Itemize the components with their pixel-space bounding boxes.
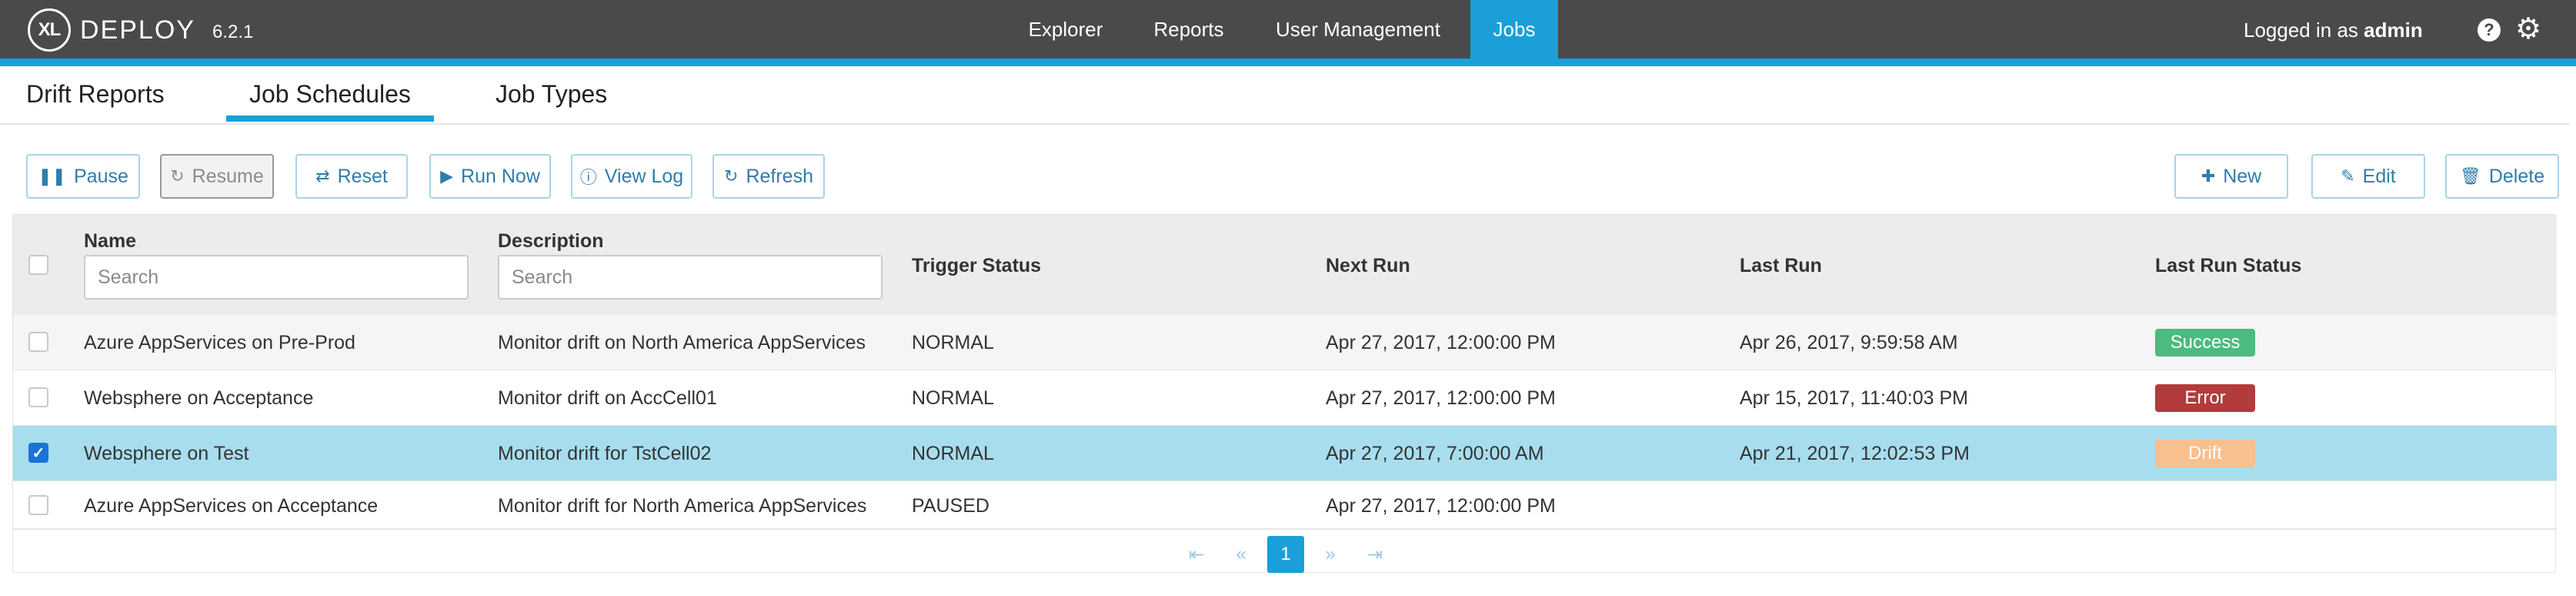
cell-name: Websphere on Acceptance bbox=[84, 387, 314, 409]
cell-trigger-status: NORMAL bbox=[912, 332, 994, 353]
row-checkbox[interactable] bbox=[28, 495, 48, 515]
table-row[interactable]: Azure AppServices on Acceptance Monitor … bbox=[13, 481, 2557, 529]
prev-page-icon[interactable]: « bbox=[1223, 536, 1260, 573]
top-navbar: XL DEPLOY 6.2.1 Explorer Reports User Ma… bbox=[0, 0, 2576, 59]
tab-job-types[interactable]: Job Types bbox=[496, 80, 607, 109]
logged-in-status: Logged in as admin bbox=[2244, 18, 2423, 42]
description-search-input[interactable] bbox=[498, 255, 883, 300]
status-badge: Error bbox=[2155, 384, 2255, 412]
resume-button[interactable]: ↻ Resume bbox=[160, 154, 274, 199]
cell-last-run: Apr 26, 2017, 9:59:58 AM bbox=[1740, 332, 1958, 353]
logged-in-username: admin bbox=[2364, 18, 2423, 42]
cell-next-run: Apr 27, 2017, 7:00:00 AM bbox=[1326, 443, 1544, 464]
delete-button[interactable]: 🗑 Delete bbox=[2445, 154, 2559, 199]
cell-description: Monitor drift on AccCell01 bbox=[498, 387, 717, 409]
row-checkbox-checked[interactable]: ✓ bbox=[28, 443, 48, 463]
header-last-run[interactable]: Last Run bbox=[1740, 255, 1822, 277]
pause-label: Pause bbox=[73, 165, 128, 187]
active-tab-indicator bbox=[226, 116, 434, 122]
status-badge: Drift bbox=[2155, 440, 2255, 467]
header-trigger-status[interactable]: Trigger Status bbox=[912, 255, 1041, 277]
app-logo[interactable]: XL DEPLOY 6.2.1 bbox=[28, 8, 253, 52]
cell-last-run: Apr 21, 2017, 12:02:53 PM bbox=[1740, 443, 1970, 464]
table-row[interactable]: Azure AppServices on Pre-Prod Monitor dr… bbox=[13, 315, 2557, 370]
help-icon[interactable]: ? bbox=[2478, 18, 2501, 42]
cell-next-run: Apr 27, 2017, 12:00:00 PM bbox=[1326, 495, 1556, 517]
reset-button[interactable]: ⇄ Reset bbox=[295, 154, 408, 199]
cell-last-run: Apr 15, 2017, 11:40:03 PM bbox=[1740, 387, 1968, 409]
select-all-checkbox[interactable] bbox=[28, 255, 48, 275]
page-number-current[interactable]: 1 bbox=[1267, 536, 1304, 573]
tab-job-schedules[interactable]: Job Schedules bbox=[249, 80, 411, 109]
header-last-run-status[interactable]: Last Run Status bbox=[2155, 255, 2301, 277]
cell-next-run: Apr 27, 2017, 12:00:00 PM bbox=[1326, 387, 1556, 409]
refresh-icon: ↻ bbox=[724, 166, 739, 186]
reset-icon: ⇄ bbox=[315, 166, 330, 186]
xl-logo-icon: XL bbox=[28, 8, 71, 52]
run-now-label: Run Now bbox=[461, 165, 540, 187]
info-icon: ⓘ bbox=[579, 168, 597, 187]
cell-trigger-status: NORMAL bbox=[912, 387, 994, 409]
delete-label: Delete bbox=[2488, 165, 2545, 187]
row-checkbox[interactable] bbox=[28, 387, 48, 407]
app-name: DEPLOY bbox=[80, 15, 195, 45]
nav-explorer[interactable]: Explorer bbox=[1008, 0, 1123, 59]
refresh-label: Refresh bbox=[746, 165, 813, 187]
cell-description: Monitor drift on North America AppServic… bbox=[498, 332, 866, 353]
tab-drift-reports[interactable]: Drift Reports bbox=[26, 80, 165, 109]
pause-button[interactable]: ❚❚ Pause bbox=[26, 154, 140, 199]
header-next-run[interactable]: Next Run bbox=[1326, 255, 1410, 277]
table-row[interactable]: ✓ Websphere on Test Monitor drift for Ts… bbox=[13, 426, 2557, 481]
resume-label: Resume bbox=[192, 165, 264, 187]
table-header: Name Description Trigger Status Next Run… bbox=[13, 215, 2557, 315]
reset-label: Reset bbox=[337, 165, 388, 187]
nav-reports[interactable]: Reports bbox=[1135, 0, 1243, 59]
gear-icon[interactable]: ⚙ bbox=[2513, 14, 2544, 45]
logged-in-prefix: Logged in as bbox=[2244, 18, 2358, 42]
edit-label: Edit bbox=[2362, 165, 2396, 187]
cell-name: Websphere on Test bbox=[84, 443, 249, 464]
view-log-button[interactable]: ⓘ View Log bbox=[571, 154, 692, 199]
cell-trigger-status: NORMAL bbox=[912, 443, 994, 464]
cell-trigger-status: PAUSED bbox=[912, 495, 989, 517]
nav-user-management[interactable]: User Management bbox=[1262, 0, 1454, 59]
run-now-button[interactable]: ▶ Run Now bbox=[429, 154, 551, 199]
resume-icon: ↻ bbox=[170, 166, 185, 186]
cell-description: Monitor drift for TstCell02 bbox=[498, 443, 712, 464]
edit-button[interactable]: ✎ Edit bbox=[2311, 154, 2425, 199]
plus-icon: ✚ bbox=[2201, 166, 2216, 186]
header-name: Name bbox=[84, 230, 137, 252]
cell-next-run: Apr 27, 2017, 12:00:00 PM bbox=[1326, 332, 1556, 353]
pause-icon: ❚❚ bbox=[38, 166, 66, 186]
next-page-icon[interactable]: » bbox=[1312, 536, 1349, 573]
status-badge: Success bbox=[2155, 329, 2255, 357]
view-log-label: View Log bbox=[604, 165, 684, 187]
first-page-icon[interactable]: ⇤ bbox=[1178, 536, 1215, 573]
cell-name: Azure AppServices on Acceptance bbox=[84, 495, 379, 517]
new-button[interactable]: ✚ New bbox=[2174, 154, 2288, 199]
table-row[interactable]: Websphere on Acceptance Monitor drift on… bbox=[13, 370, 2557, 426]
accent-strip bbox=[0, 59, 2576, 66]
pencil-icon: ✎ bbox=[2341, 166, 2355, 186]
header-description: Description bbox=[498, 230, 604, 252]
play-icon: ▶ bbox=[440, 166, 454, 186]
last-page-icon[interactable]: ⇥ bbox=[1356, 536, 1393, 573]
app-version: 6.2.1 bbox=[212, 22, 254, 42]
name-search-input[interactable] bbox=[84, 255, 469, 300]
cell-name: Azure AppServices on Pre-Prod bbox=[84, 332, 355, 353]
nav-jobs[interactable]: Jobs bbox=[1470, 0, 1558, 59]
job-schedules-table: Name Description Trigger Status Next Run… bbox=[12, 214, 2557, 573]
refresh-button[interactable]: ↻ Refresh bbox=[712, 154, 825, 199]
trash-icon: 🗑 bbox=[2459, 166, 2481, 186]
row-checkbox[interactable] bbox=[28, 332, 48, 352]
pagination: ⇤ « 1 » ⇥ bbox=[13, 529, 2557, 573]
new-label: New bbox=[2223, 165, 2262, 187]
cell-description: Monitor drift for North America AppServi… bbox=[498, 495, 867, 517]
jobs-tabs: Drift Reports Job Schedules Job Types bbox=[0, 66, 2570, 125]
